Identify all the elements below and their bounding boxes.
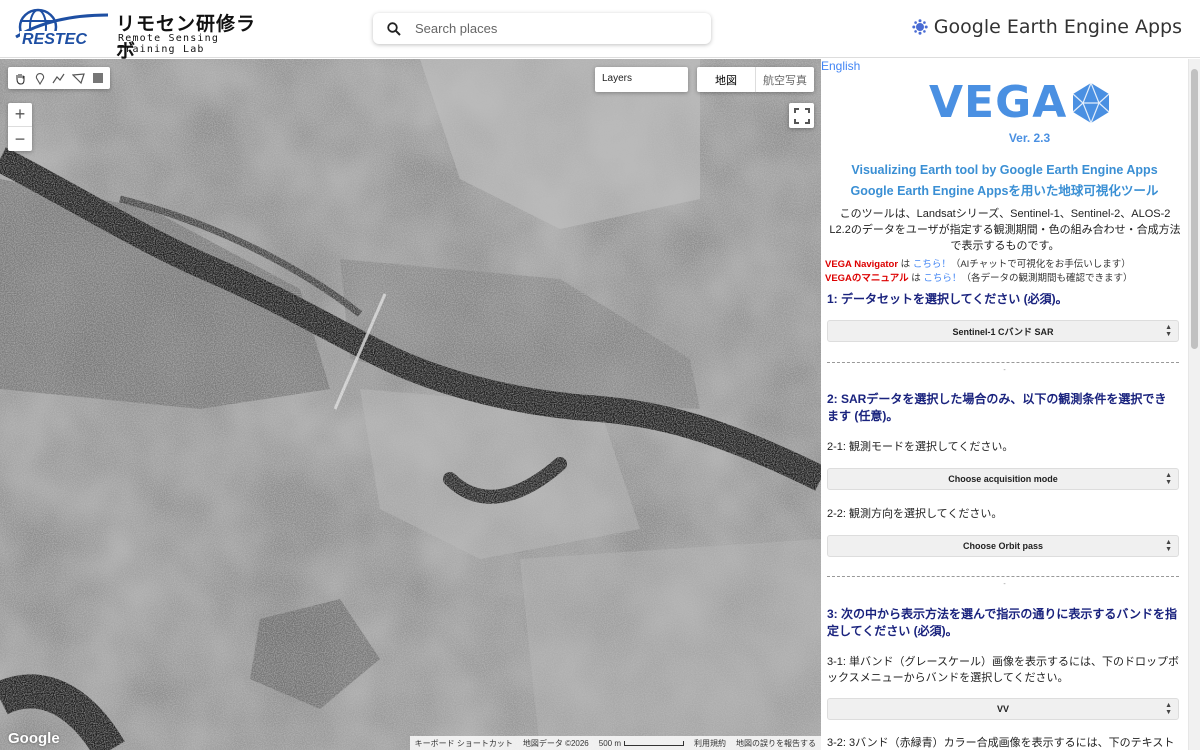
step2-2-text: 2-2: 観測方向を選択してください。	[827, 508, 1003, 520]
polygon-icon[interactable]	[72, 72, 85, 85]
version-label: Ver. 2.3	[1008, 131, 1051, 145]
select-arrows-icon: ▲ ▼	[1165, 702, 1172, 716]
panel-scrollbar[interactable]	[1188, 59, 1200, 750]
language-link[interactable]: English	[821, 59, 860, 73]
map-data-text: 地図データ ©2026	[522, 738, 589, 748]
search-icon[interactable]	[387, 21, 401, 36]
sar-image	[0, 59, 821, 750]
map-attribution: キーボード ショートカット 地図データ ©2026 500 m 利用規約 地図の…	[409, 736, 821, 750]
step3-heading: 3: 次の中から表示方法を選んで指示の通りに表示するバンドを指定してください (…	[827, 607, 1178, 638]
pan-hand-icon[interactable]	[14, 72, 27, 85]
divider	[827, 576, 1179, 577]
manual-note: VEGAのマニュアル は こちら！（各データの観測期間も確認できます）	[825, 270, 1132, 284]
polyline-icon[interactable]	[52, 72, 65, 85]
header: RESTEC リモセン研修ラボ Remote Sensing Training …	[0, 0, 1200, 62]
point-marker-icon[interactable]	[34, 72, 46, 85]
navigator-label: VEGA Navigator	[825, 259, 899, 270]
select-arrows-icon: ▲ ▼	[1165, 539, 1172, 553]
vega-logo: VEGA	[929, 77, 1113, 128]
navigator-mid: は	[898, 259, 913, 270]
vega-polyhedron-icon	[1072, 82, 1110, 123]
zoom-in-button[interactable]: +	[8, 103, 32, 127]
divider	[827, 362, 1179, 363]
control-panel: English VEGA Ver. 2.3 Visualizing Earth …	[821, 59, 1188, 750]
scale-control[interactable]: 500 m	[594, 739, 689, 748]
google-logo[interactable]: Google	[8, 730, 60, 747]
scrollbar-thumb[interactable]	[1191, 69, 1198, 349]
dataset-select-value: Sentinel-1 Cバンド SAR	[952, 326, 1054, 337]
navigator-link[interactable]: こちら！	[913, 259, 951, 270]
drawing-toolbar	[8, 67, 110, 89]
manual-desc: （各データの観測期間も確認できます）	[961, 273, 1133, 284]
earth-engine-icon	[912, 19, 928, 35]
search-input[interactable]	[415, 21, 685, 36]
navigator-desc: （AIチャットで可視化をお手伝いします）	[950, 259, 1131, 270]
search-box	[373, 13, 711, 44]
brand-label: Google Earth Engine Apps	[933, 16, 1182, 38]
orbit-pass-value: Choose Orbit pass	[962, 541, 1043, 551]
step1-heading: 1: データセットを選択してください (必須)。	[827, 292, 1068, 306]
divider-mark: -	[1003, 581, 1006, 588]
keyboard-shortcuts-link[interactable]: キーボード ショートカット	[410, 738, 518, 749]
scale-bar	[624, 740, 684, 746]
subtitle-en: Visualizing Earth tool by Google Earth E…	[851, 163, 1158, 177]
layers-button[interactable]: Layers	[595, 67, 688, 92]
restec-logo[interactable]: RESTEC リモセン研修ラボ Remote Sensing Training …	[12, 7, 268, 62]
dataset-select[interactable]: Sentinel-1 Cバンド SAR ▲ ▼	[827, 320, 1179, 342]
gee-apps-brand[interactable]: Google Earth Engine Apps	[912, 16, 1182, 38]
step3-1-text: 3-1: 単バンド（グレースケール）画像を表示するには、下のドロップボックスメニ…	[827, 656, 1180, 684]
orbit-pass-select[interactable]: Choose Orbit pass ▲ ▼	[827, 535, 1179, 557]
band-select-value: VV	[996, 704, 1009, 714]
map-type-satellite[interactable]: 航空写真	[756, 67, 814, 92]
select-arrows-icon: ▲ ▼	[1165, 324, 1172, 338]
rectangle-icon[interactable]	[92, 72, 104, 84]
map-canvas[interactable]: + − Layers 地図 航空写真 Google キーボード ショートカット …	[0, 59, 821, 750]
map-type-roadmap[interactable]: 地図	[697, 67, 756, 92]
step2-heading: 2: SARデータを選択した場合のみ、以下の観測条件を選択できます (任意)。	[827, 392, 1167, 423]
zoom-out-button[interactable]: −	[8, 127, 32, 151]
acquisition-mode-select[interactable]: Choose acquisition mode ▲ ▼	[827, 468, 1179, 490]
logo-subtitle: Remote Sensing Training Lab	[118, 33, 220, 55]
zoom-controls: + −	[8, 103, 32, 151]
band-select[interactable]: VV ▲ ▼	[827, 698, 1179, 720]
select-arrows-icon: ▲ ▼	[1165, 472, 1172, 486]
fullscreen-button[interactable]	[789, 103, 814, 128]
terms-link[interactable]: 利用規約	[689, 738, 731, 749]
manual-link[interactable]: こちら！	[923, 273, 961, 284]
subtitle-jp: Google Earth Engine Appsを用いた地球可視化ツール	[850, 184, 1159, 198]
logo-mark-text: RESTEC	[20, 31, 89, 49]
acquisition-mode-value: Choose acquisition mode	[948, 474, 1058, 484]
app-title: VEGA	[929, 77, 1068, 128]
navigator-note: VEGA Navigator は こちら！（AIチャットで可視化をお手伝いします…	[825, 256, 1131, 270]
step2-1-text: 2-1: 観測モードを選択してください。	[827, 441, 1014, 453]
report-error-link[interactable]: 地図の誤りを報告する	[731, 738, 821, 749]
fullscreen-icon	[793, 107, 810, 124]
divider-mark: -	[1003, 367, 1006, 374]
scale-label: 500 m	[598, 738, 621, 748]
manual-label: VEGAのマニュアル	[825, 273, 909, 284]
map-type-toggle: 地図 航空写真	[697, 67, 814, 92]
step3-2-text: 3-2: 3バンド（赤緑青）カラー合成画像を表示するには、下のテキスト	[827, 737, 1175, 749]
manual-mid: は	[908, 273, 924, 284]
tool-description: このツールは、Landsatシリーズ、Sentinel-1、Sentinel-2…	[829, 208, 1181, 252]
